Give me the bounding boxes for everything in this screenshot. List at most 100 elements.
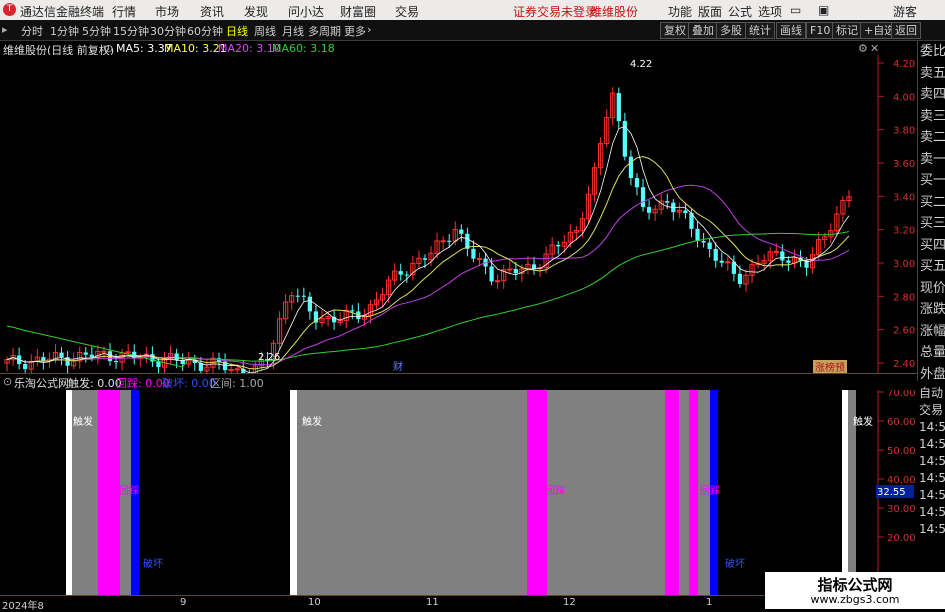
app-logo-icon: T [3, 3, 16, 16]
candle-body [83, 352, 88, 355]
candle-body [719, 260, 724, 263]
quote-label: 委比 [920, 44, 945, 59]
toolbar-button[interactable]: 复权 [660, 22, 690, 39]
window-icon[interactable]: ▣ [818, 3, 829, 17]
period-tab-more[interactable]: 更多 [344, 23, 366, 39]
quote-label: 卖二 [920, 130, 945, 145]
toolbar-button[interactable]: 统计 [745, 22, 775, 39]
menu-item-news[interactable]: 资讯 [200, 3, 224, 20]
tick-time: 14:56 [919, 454, 945, 468]
pullback-label: 回踩 [545, 485, 565, 497]
indicator-settings-icon[interactable]: ⊙ [3, 375, 12, 388]
candle-body [628, 156, 634, 179]
date-label: 1 [706, 597, 713, 608]
candle-body [695, 228, 700, 241]
auto-trade-label[interactable]: 自动 [917, 385, 945, 402]
menu-formula[interactable]: 公式 [728, 3, 752, 20]
signal-bar [527, 390, 547, 595]
indicator-tick: 50.00 [887, 446, 916, 457]
candle-body [773, 250, 779, 253]
tick-time: 14:56 [919, 420, 945, 434]
period-tab[interactable]: 5分钟 [82, 23, 111, 39]
quote-label: 买二 [920, 194, 945, 210]
indicator-tick: 60.00 [887, 417, 916, 428]
price-tick: 3.20 [893, 226, 915, 237]
trigger-label: 触发 [853, 415, 873, 428]
gear-icon[interactable]: ⚙ [858, 42, 868, 55]
period-tab[interactable]: 60分钟 [187, 23, 223, 39]
candle-body [701, 240, 706, 243]
quote-label: 卖四 [920, 87, 945, 102]
candle-body [59, 352, 64, 358]
menu-function[interactable]: 功能 [668, 3, 692, 20]
menu-item-trade[interactable]: 交易 [395, 3, 419, 20]
indicator-chart[interactable]: 70.0060.0050.0040.0030.0020.00 触发 触发 触发 … [0, 390, 917, 595]
menu-item-discover[interactable]: 发现 [244, 3, 268, 20]
candle-body [646, 207, 652, 213]
break-label: 破坏 [725, 557, 745, 570]
quote-label: 外盘 [920, 366, 945, 382]
toolbar-button[interactable]: 多股 [716, 22, 746, 39]
candle-body [440, 240, 446, 243]
chevron-right-icon[interactable]: › [367, 23, 371, 36]
menu-options[interactable]: 选项 [758, 3, 782, 20]
left-arrow-icon[interactable]: ▸ [2, 23, 8, 36]
toolbar-button[interactable]: 标记 [832, 22, 862, 39]
menu-item-market[interactable]: 行情 [112, 3, 136, 20]
period-tab[interactable]: 分时 [21, 23, 43, 39]
indicator-trigger: 触发: 0.00 [68, 377, 122, 390]
login-status[interactable]: 证券交易未登录 [513, 3, 597, 20]
menu-item-wealth[interactable]: 财富圈 [340, 3, 376, 20]
period-tab[interactable]: 多周期 [308, 23, 341, 39]
date-label: 2024年8 [2, 601, 44, 612]
period-tab[interactable]: 月线 [282, 23, 304, 39]
minimize-icon[interactable]: ▭ [790, 3, 801, 17]
candle-body [459, 229, 464, 234]
trigger-label: 触发 [302, 415, 322, 428]
quote-label: 卖一 [920, 151, 945, 167]
tick-time: 14:56 [919, 522, 945, 536]
signal-bar [66, 390, 72, 595]
quote-label: 涨幅 [920, 323, 945, 339]
kline-chart[interactable]: 4.20 4.00 3.80 3.60 3.40 3.20 3.00 2.80 2.60 2.40… [0, 55, 917, 373]
quote-label: 卖三 [920, 108, 945, 124]
candle-body [23, 364, 28, 370]
candle-body [301, 295, 306, 297]
menu-item-markets[interactable]: 市场 [155, 3, 179, 20]
indicator-current-value: 32.55 [877, 487, 906, 498]
period-tab[interactable]: 周线 [254, 23, 276, 39]
candle-body [556, 244, 561, 247]
candle-body [476, 258, 483, 261]
date-label: 9 [180, 597, 187, 608]
price-tick: 2.40 [893, 359, 915, 370]
candle-body [174, 353, 179, 361]
toolbar-button[interactable]: F10 [806, 22, 835, 39]
candle-body [707, 242, 712, 250]
toolbar-button[interactable]: 返回 [891, 22, 921, 39]
finance-tag: 财 [393, 360, 403, 373]
settings-icon[interactable]: ⊙ [104, 42, 113, 55]
tick-time: 14:56 [919, 488, 945, 502]
user-label[interactable]: 游客 [893, 3, 917, 20]
candle-body [737, 273, 743, 285]
period-tab[interactable]: 15分钟 [113, 23, 149, 39]
quote-panel: 委比 卖五 卖四 卖三 卖二 卖一 买一 买二 买三 买四 买五 现价 涨跌 涨… [917, 41, 945, 382]
toolbar-button[interactable]: 叠加 [688, 22, 718, 39]
menu-layout[interactable]: 版面 [698, 3, 722, 20]
candle-body [101, 350, 107, 353]
period-bar: ▸ 分时 1分钟 5分钟 15分钟 30分钟 60分钟 日线 周线 月线 多周期… [0, 20, 945, 41]
candle-body [683, 210, 688, 214]
menu-item-ask[interactable]: 问小达 [288, 3, 324, 20]
close-icon[interactable]: ✕ [870, 42, 879, 55]
candle-body [713, 249, 718, 261]
toolbar-button[interactable]: 画线 [776, 22, 806, 39]
candle-body [156, 361, 161, 368]
period-tab[interactable]: 1分钟 [50, 23, 79, 39]
price-tick: 4.00 [893, 92, 915, 103]
trade-label[interactable]: 交易 [917, 402, 945, 419]
period-tab-selected[interactable]: 日线 [226, 23, 248, 39]
candle-body [404, 274, 409, 276]
indicator-break: 破坏: 0.00 [162, 377, 216, 390]
candle-body [507, 268, 513, 271]
period-tab[interactable]: 30分钟 [150, 23, 186, 39]
